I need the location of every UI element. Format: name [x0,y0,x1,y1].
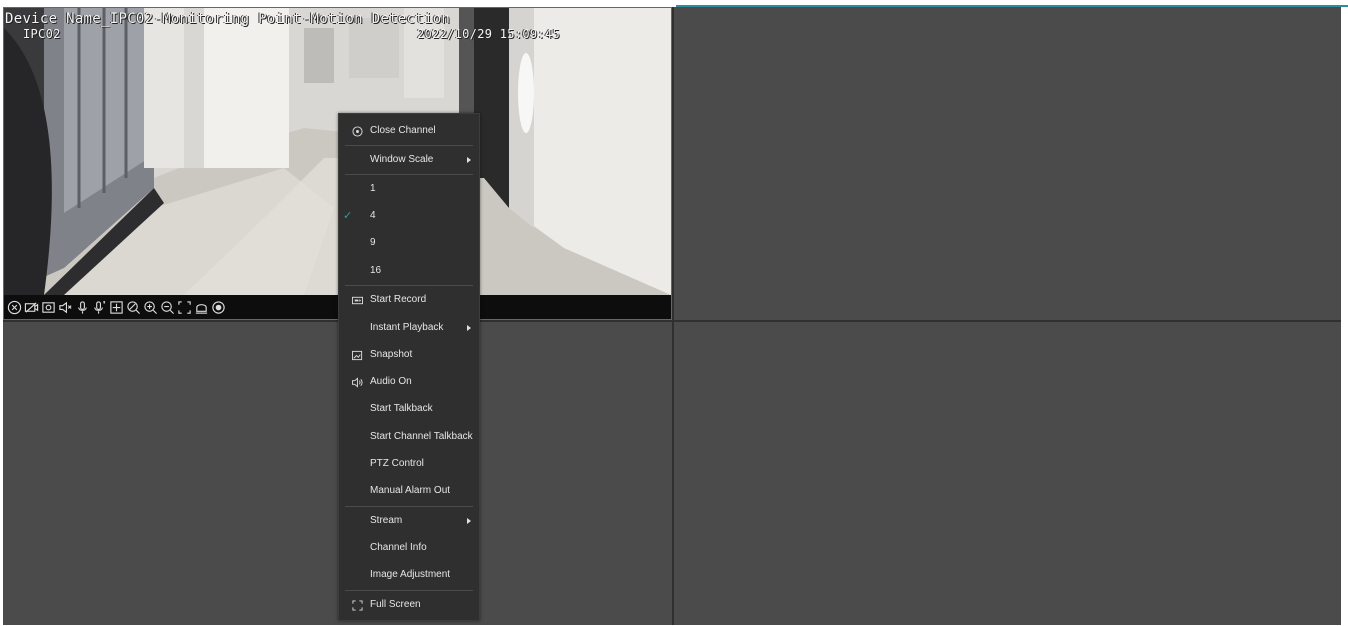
alarm-out-icon[interactable] [193,299,210,316]
menu-label: 16 [370,265,382,276]
menu-item-window-scale[interactable]: Window Scale [339,151,479,171]
menu-item-close-channel[interactable]: Close Channel [339,122,479,142]
record-icon [352,296,363,305]
menu-item-manual-alarm-out[interactable]: Manual Alarm Out [339,482,479,502]
context-menu: Close Channel Window Scale 1 ✓ 4 9 16 St… [338,113,480,621]
submenu-arrow-icon [467,157,471,163]
menu-item-instant-playback[interactable]: Instant Playback [339,319,479,339]
menu-item-ptz-control[interactable]: PTZ Control [339,455,479,475]
menu-item-start-record[interactable]: Start Record [339,291,479,311]
video-pane-4[interactable] [674,322,1341,625]
video-pane-2[interactable] [674,7,1341,320]
menu-label: 9 [370,237,376,248]
menu-divider [345,145,473,146]
menu-label: Instant Playback [370,322,444,333]
menu-label: Audio On [370,376,412,387]
live-view-screen: Device Name_IPC02-Monitoring Point-Motio… [0,0,1348,626]
audio-off-icon[interactable] [57,299,74,316]
menu-label: Channel Info [370,542,427,553]
submenu-arrow-icon [467,325,471,331]
menu-label: Close Channel [370,125,436,136]
zoom-in-icon[interactable] [142,299,159,316]
menu-label: Window Scale [370,154,434,165]
menu-item-start-talkback[interactable]: Start Talkback [339,400,479,420]
menu-divider [345,174,473,175]
menu-item-start-channel-talkback[interactable]: Start Channel Talkback [339,428,479,448]
menu-label: Start Talkback [370,403,433,414]
menu-divider [345,506,473,507]
menu-label: Stream [370,515,403,526]
timestamp-osd: 2022/10/29 15:09:45 [417,27,560,41]
menu-item-stream[interactable]: Stream [339,512,479,532]
fullscreen-icon[interactable] [176,299,193,316]
check-icon: ✓ [343,210,353,222]
submenu-arrow-icon [467,518,471,524]
video-grid: Device Name_IPC02-Monitoring Point-Motio… [3,7,1341,625]
menu-label: Start Channel Talkback [370,431,473,442]
menu-label: 1 [370,183,376,194]
device-name-osd: Device Name_IPC02-Monitoring Point-Motio… [5,11,451,27]
mic-icon[interactable] [74,299,91,316]
speaker-icon [352,377,363,388]
snapshot-icon[interactable] [40,299,57,316]
snapshot-icon [352,350,363,361]
menu-divider [345,285,473,286]
stream-icon[interactable] [210,299,227,316]
menu-item-scale-9[interactable]: 9 [339,234,479,254]
menu-label: Full Screen [370,599,421,610]
menu-label: Snapshot [370,349,413,360]
menu-item-snapshot[interactable]: Snapshot [339,346,479,366]
channel-mic-icon[interactable] [91,299,108,316]
close-channel-icon [352,126,363,137]
menu-item-full-screen[interactable]: Full Screen [339,596,479,616]
record-icon[interactable] [23,299,40,316]
camera-name-osd: IPC02 [23,27,61,41]
menu-item-scale-16[interactable]: 16 [339,262,479,282]
ptz-icon[interactable] [108,299,125,316]
close-icon[interactable] [6,299,23,316]
menu-label: Image Adjustment [370,569,451,580]
menu-label: PTZ Control [370,458,424,469]
zoom-3d-icon[interactable] [125,299,142,316]
menu-label: Start Record [370,294,427,305]
menu-item-audio-on[interactable]: Audio On [339,373,479,393]
menu-item-scale-1[interactable]: 1 [339,180,479,200]
top-bar [0,0,1348,7]
menu-item-image-adjustment[interactable]: Image Adjustment [339,566,479,586]
menu-item-scale-4[interactable]: ✓ 4 [339,207,479,227]
zoom-out-icon[interactable] [159,299,176,316]
menu-divider [345,590,473,591]
fullscreen-icon [352,600,363,611]
menu-item-channel-info[interactable]: Channel Info [339,539,479,559]
menu-label: 4 [370,210,376,221]
menu-label: Manual Alarm Out [370,485,451,496]
